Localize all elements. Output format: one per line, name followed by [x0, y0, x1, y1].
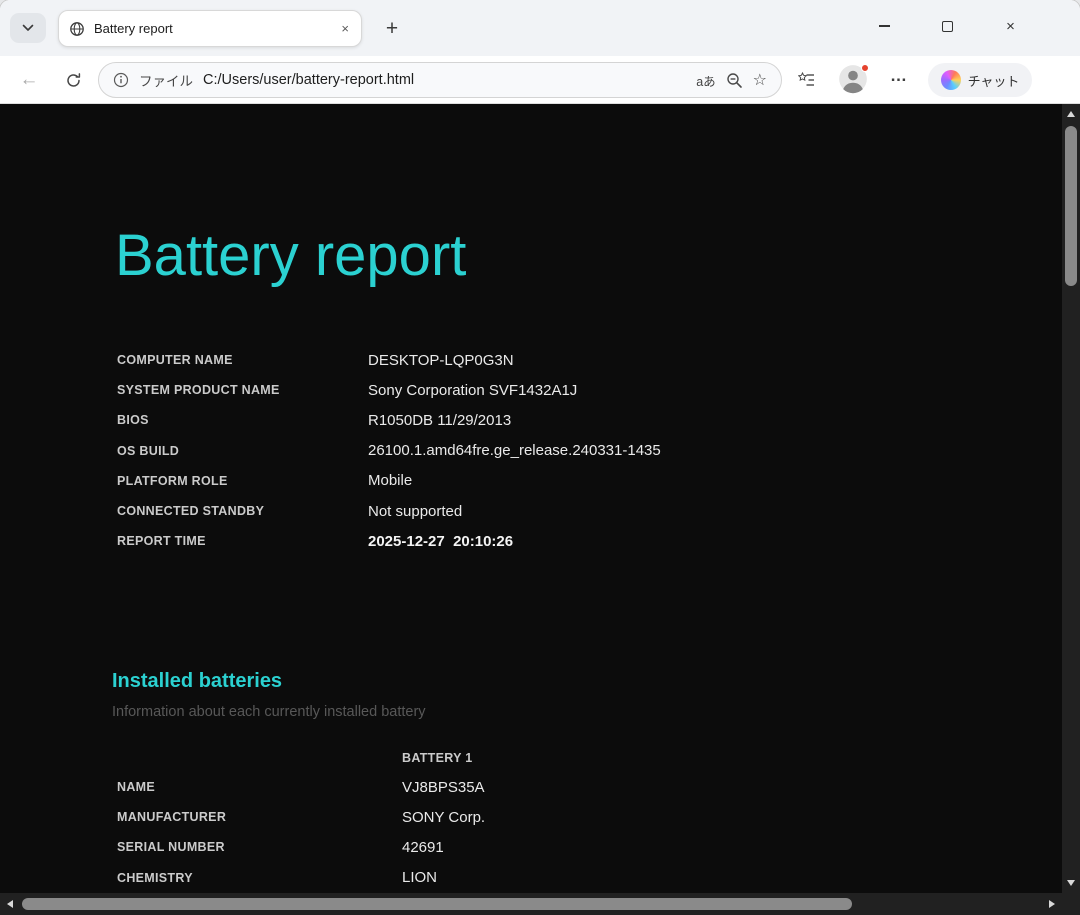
info-value: R1050DB 11/29/2013	[368, 411, 512, 429]
browser-toolbar: ← ファイル C:/Users/user/battery-report.html…	[0, 56, 1080, 104]
info-value: Not supported	[368, 502, 463, 520]
table-row: OS BUILD 26100.1.amd64fre.ge_release.240…	[117, 436, 837, 466]
back-button[interactable]: ←	[14, 65, 44, 95]
tab-title: Battery report	[94, 21, 173, 36]
table-row: COMPUTER NAME DESKTOP-LQP0G3N	[117, 345, 837, 375]
tab-battery-report[interactable]: Battery report ×	[58, 10, 362, 47]
vertical-scrollbar[interactable]	[1062, 104, 1080, 893]
table-row: CONNECTED STANDBY Not supported	[117, 496, 837, 526]
zoom-out-icon[interactable]	[726, 72, 743, 89]
scroll-right-arrow[interactable]	[1049, 900, 1055, 908]
page-title: Battery report	[115, 223, 467, 288]
info-value: LION	[402, 869, 438, 887]
info-label: NAME	[117, 780, 156, 795]
minimize-icon	[879, 25, 890, 27]
table-row: SYSTEM PRODUCT NAME Sony Corporation SVF…	[117, 375, 837, 405]
info-value: SONY Corp.	[402, 808, 486, 826]
plus-icon: +	[385, 17, 399, 40]
protocol-label: ファイル	[139, 74, 193, 89]
info-value: 42691	[402, 838, 444, 856]
page-content: Battery report COMPUTER NAME DESKTOP-LQP…	[0, 104, 1080, 915]
ellipsis-icon: …	[890, 66, 908, 85]
new-tab-button[interactable]: +	[378, 15, 406, 43]
info-value: 26100.1.amd64fre.ge_release.240331-1435	[368, 442, 661, 460]
maximize-button[interactable]	[916, 0, 979, 52]
section-heading: Installed batteries	[112, 670, 283, 692]
info-label: COMPUTER NAME	[117, 353, 233, 368]
window-controls: ×	[853, 0, 1042, 56]
close-button[interactable]: ×	[979, 0, 1042, 52]
info-icon[interactable]	[113, 72, 129, 88]
horizontal-scrollbar[interactable]	[0, 893, 1062, 915]
scrollbar-corner	[1062, 893, 1080, 915]
more-options-button[interactable]: …	[884, 65, 914, 95]
info-label: REPORT TIME	[117, 534, 206, 549]
info-label: PLATFORM ROLE	[117, 473, 228, 488]
table-row: REPORT TIME 2025-12-27 20:10:26	[117, 526, 837, 556]
info-label: SYSTEM PRODUCT NAME	[117, 383, 280, 398]
close-icon: ×	[1006, 17, 1015, 35]
back-icon: ←	[19, 69, 39, 90]
scroll-left-arrow[interactable]	[7, 900, 13, 908]
section-subtitle: Information about each currently install…	[112, 704, 426, 720]
profile-avatar[interactable]	[838, 64, 870, 96]
copilot-button[interactable]: チャット	[928, 63, 1032, 97]
refresh-icon	[66, 72, 80, 87]
table-row: CHEMISTRY LION	[117, 863, 1060, 893]
refresh-button[interactable]	[58, 65, 88, 95]
scroll-down-arrow[interactable]	[1067, 880, 1075, 886]
info-label: SERIAL NUMBER	[117, 840, 225, 855]
info-value: 2025-12-27 20:10:26	[368, 532, 514, 550]
info-label: CONNECTED STANDBY	[117, 504, 265, 519]
add-favorite-icon[interactable]: ☆	[753, 70, 767, 90]
table-row: PLATFORM ROLE Mobile	[117, 466, 837, 496]
table-row: NAME VJ8BPS35A	[117, 772, 1060, 802]
favorites-list-icon	[798, 71, 814, 86]
info-value: DESKTOP-LQP0G3N	[368, 351, 514, 369]
translate-icon[interactable]: aあ	[696, 71, 715, 90]
info-value: Sony Corporation SVF1432A1J	[368, 381, 578, 399]
info-label: CHEMISTRY	[117, 870, 193, 885]
info-label: MANUFACTURER	[117, 810, 227, 825]
info-label: BIOS	[117, 413, 149, 428]
notification-dot	[861, 64, 869, 72]
copilot-icon	[940, 70, 961, 90]
info-value: Mobile	[368, 472, 413, 490]
chevron-down-icon	[22, 24, 34, 31]
address-bar[interactable]: ファイル C:/Users/user/battery-report.html a…	[98, 62, 782, 98]
favorites-button[interactable]	[792, 65, 822, 95]
tab-search-button[interactable]	[10, 13, 46, 43]
battery-table: BATTERY 1 NAME VJ8BPS35A MANUFACTURER SO…	[117, 744, 1060, 915]
scroll-up-arrow[interactable]	[1067, 111, 1075, 117]
table-row: MANUFACTURER SONY Corp.	[117, 802, 1060, 832]
info-label: OS BUILD	[117, 443, 180, 458]
tab-close-icon[interactable]: ×	[339, 21, 351, 36]
copilot-label: チャット	[967, 73, 1020, 89]
vertical-scroll-thumb[interactable]	[1065, 126, 1077, 286]
info-value: VJ8BPS35A	[402, 778, 485, 796]
browser-window: Battery report × + × ← ファイル C:/Users/use…	[0, 0, 1080, 915]
tab-strip: Battery report × + ×	[0, 0, 1080, 56]
maximize-icon	[942, 20, 953, 32]
table-header-row: BATTERY 1	[117, 744, 1060, 772]
minimize-button[interactable]	[853, 0, 916, 52]
globe-icon	[70, 21, 84, 36]
system-info-table: COMPUTER NAME DESKTOP-LQP0G3N SYSTEM PRO…	[117, 345, 837, 556]
url-text[interactable]: C:/Users/user/battery-report.html	[203, 72, 686, 88]
table-row: SERIAL NUMBER 42691	[117, 832, 1060, 862]
table-row: BIOS R1050DB 11/29/2013	[117, 405, 837, 435]
column-header: BATTERY 1	[402, 751, 473, 765]
horizontal-scroll-thumb[interactable]	[22, 898, 852, 910]
